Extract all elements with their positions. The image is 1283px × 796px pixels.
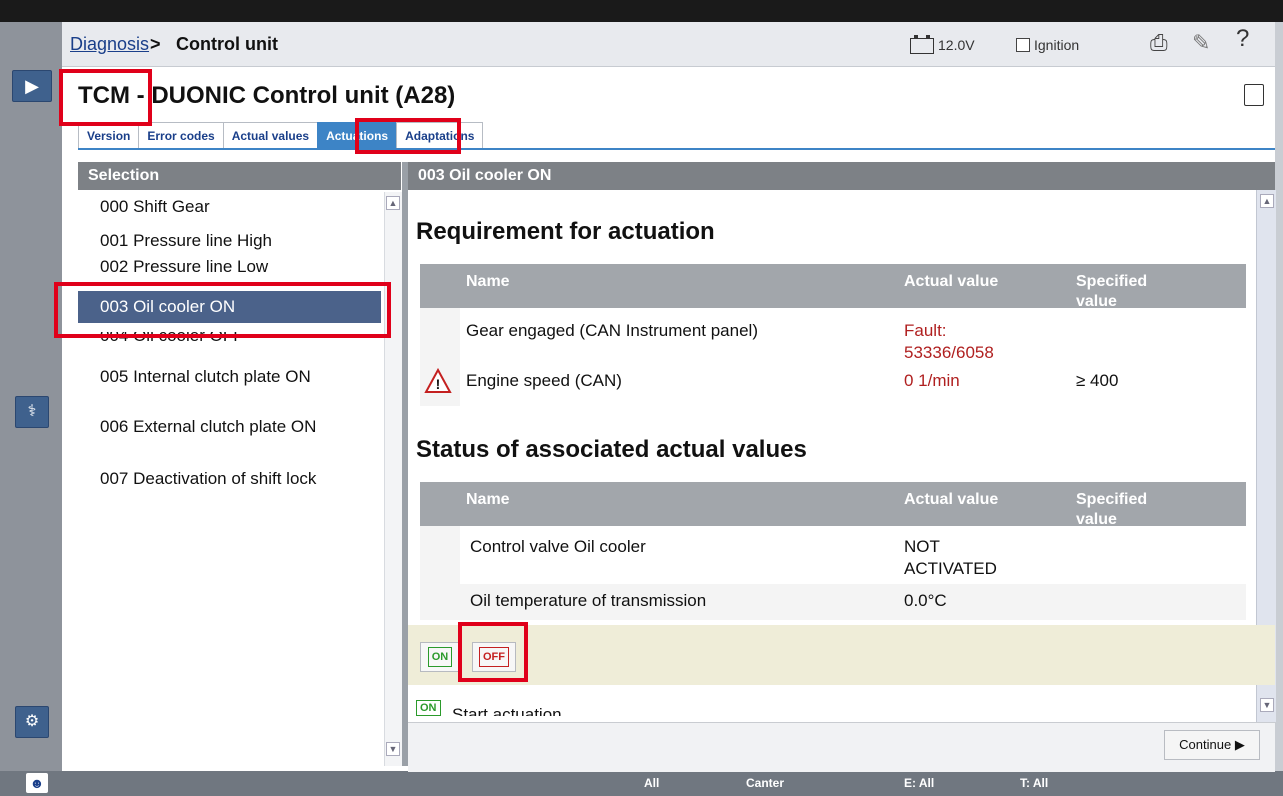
status-name: Control valve Oil cooler xyxy=(470,537,646,556)
book-icon[interactable] xyxy=(1244,84,1264,106)
legend-on-badge: ON xyxy=(416,700,441,716)
annotation-box-selection xyxy=(54,282,391,338)
column-actual-value: Actual value xyxy=(904,273,999,290)
edit-icon[interactable]: ✎ xyxy=(1192,30,1210,56)
exit-icon[interactable]: ☻ xyxy=(26,773,48,793)
actuation-button-bar xyxy=(408,625,1275,685)
left-nav-bar: ▶ ⚕ ⚙ xyxy=(0,22,62,771)
requirement-actual-value: 0 1/min xyxy=(904,371,960,390)
content-header: 003 Oil cooler ON xyxy=(408,162,1275,190)
car-icon[interactable]: ▶ xyxy=(12,70,52,102)
continue-button[interactable]: Continue ▶ xyxy=(1164,730,1260,760)
selection-item[interactable]: 007 Deactivation of shift lock xyxy=(100,468,350,490)
column-specified-value: Specified value xyxy=(1076,273,1148,310)
selection-item[interactable]: 006 External clutch plate ON xyxy=(100,416,350,438)
status-actual-value: NOT ACTIVATED xyxy=(904,537,997,578)
play-icon: ▶ xyxy=(1234,737,1245,752)
annotation-box-off-button xyxy=(458,622,528,682)
selection-list: 000 Shift Gear 001 Pressure line High 00… xyxy=(78,192,383,766)
selection-item[interactable]: 002 Pressure line Low xyxy=(100,258,370,272)
transmission-label: T: All xyxy=(1020,776,1049,790)
tab-version[interactable]: Version xyxy=(78,122,140,149)
requirement-name: Engine speed (CAN) xyxy=(466,371,622,390)
ignition-label: Ignition xyxy=(1034,37,1080,53)
breadcrumb-diagnosis-link[interactable]: Diagnosis xyxy=(70,34,149,55)
selection-header: Selection xyxy=(78,162,401,190)
requirement-heading: Requirement for actuation xyxy=(416,218,715,245)
voltage-readout: 12.0V xyxy=(938,37,975,53)
requirement-actual-value: Fault: 53336/6058 xyxy=(904,321,994,362)
stethoscope-icon[interactable]: ⚕ xyxy=(15,396,49,428)
requirement-table-header: Name Actual value Specified value xyxy=(420,264,1246,310)
legend-text: Start actuation xyxy=(452,705,562,716)
selection-item[interactable]: 005 Internal clutch plate ON xyxy=(100,366,350,388)
status-bar: ☻ xyxy=(0,771,1283,796)
column-specified-value: Specified value xyxy=(1076,491,1148,528)
warning-icon: ! xyxy=(424,367,452,399)
status-heading: Status of associated actual values xyxy=(416,436,807,463)
status-actual-value: 0.0°C xyxy=(904,591,947,610)
annotation-box-tab xyxy=(355,118,461,154)
column-name: Name xyxy=(466,491,510,508)
series-label: Canter xyxy=(746,776,785,790)
engine-label: E: All xyxy=(904,776,935,790)
selection-item[interactable]: 000 Shift Gear xyxy=(100,196,370,218)
footer-strip xyxy=(408,722,1275,772)
model-label: All xyxy=(644,776,660,790)
on-button-label: ON xyxy=(427,647,453,667)
column-actual-value: Actual value xyxy=(904,491,999,508)
tab-underline xyxy=(78,148,1275,150)
ignition-checkbox[interactable] xyxy=(1016,38,1030,52)
svg-text:!: ! xyxy=(436,376,441,392)
annotation-box-title xyxy=(59,69,152,126)
breadcrumb-current: Control unit xyxy=(176,34,278,54)
gears-icon[interactable]: ⚙ xyxy=(15,706,49,738)
selection-item[interactable]: 001 Pressure line High xyxy=(100,230,370,252)
column-name: Name xyxy=(466,273,510,290)
battery-icon xyxy=(910,35,934,54)
status-table-header: Name Actual value Specified value xyxy=(420,482,1246,528)
top-strip xyxy=(0,0,1283,22)
help-icon[interactable]: ? xyxy=(1236,25,1249,53)
on-button[interactable]: ON xyxy=(420,642,460,672)
print-icon[interactable]: ⎙ xyxy=(1150,30,1168,56)
continue-label: Continue xyxy=(1179,737,1232,752)
status-name: Oil temperature of transmission xyxy=(470,591,707,610)
tab-error-codes[interactable]: Error codes xyxy=(138,122,224,149)
requirement-name: Gear engaged (CAN Instrument panel) xyxy=(466,321,758,340)
breadcrumb-separator: > xyxy=(150,34,161,54)
tab-actual-values[interactable]: Actual values xyxy=(222,122,319,149)
window-edge xyxy=(1275,22,1283,771)
requirement-specified-value: ≥ 400 xyxy=(1076,371,1119,390)
selection-scrollbar[interactable]: ▲ ▼ xyxy=(384,192,402,766)
